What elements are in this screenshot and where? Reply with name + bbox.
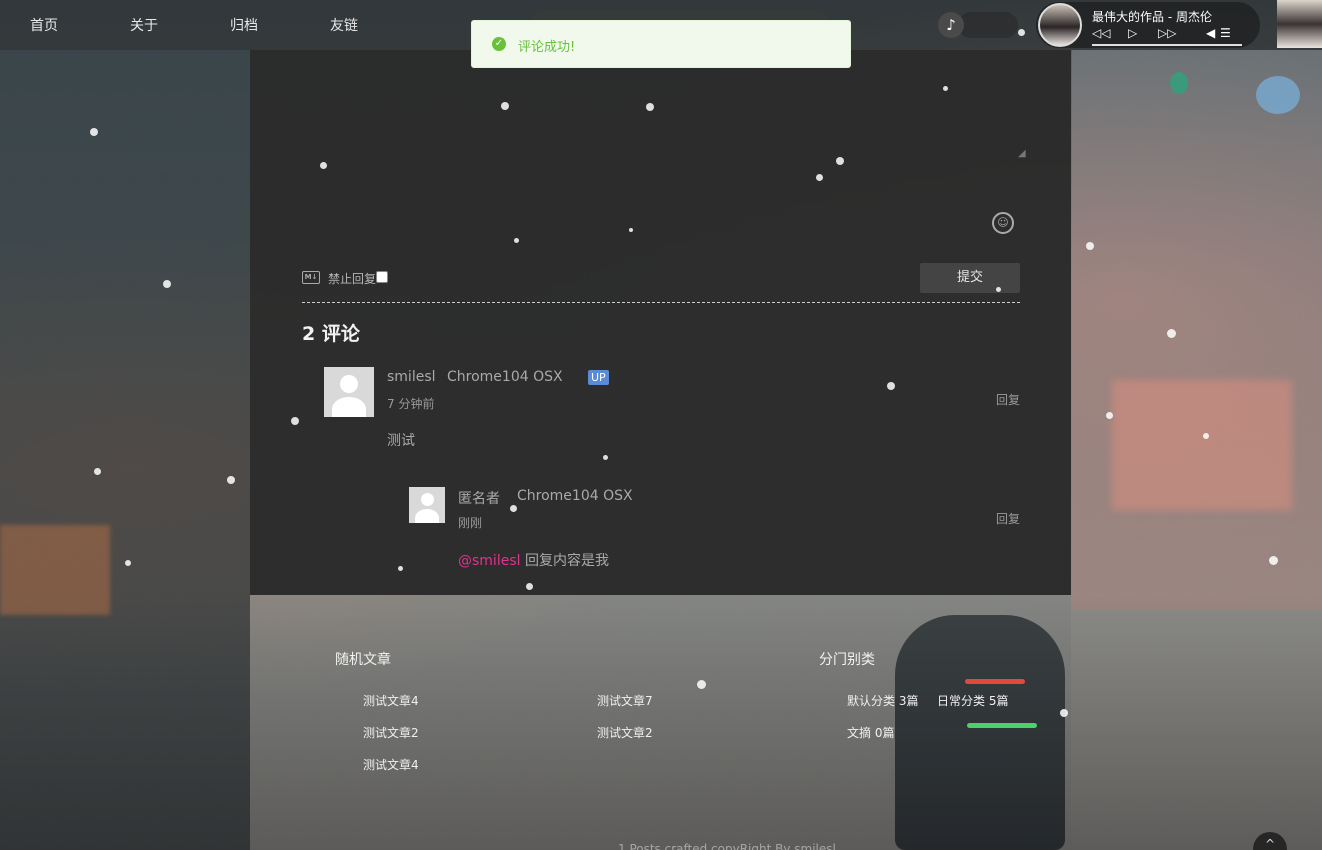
site-avatar[interactable]	[1277, 0, 1322, 48]
submit-button[interactable]: 提交	[920, 263, 1020, 293]
prev-track-icon[interactable]: ◁◁	[1092, 26, 1110, 40]
back-to-top-icon[interactable]: ^	[1253, 832, 1287, 850]
comments-count-heading: 2 评论	[302, 323, 360, 345]
snowflake	[163, 280, 171, 288]
snowflake	[943, 86, 948, 91]
snowflake	[629, 228, 633, 232]
avatar-head	[340, 375, 358, 393]
background-neon-sign-left	[0, 525, 110, 615]
figure-stripe-red	[965, 679, 1025, 684]
random-post-link[interactable]: 测试文章4	[363, 692, 419, 709]
reply-avatar	[409, 487, 445, 523]
reply-time: 刚刚	[458, 516, 483, 530]
snowflake	[996, 287, 1001, 292]
snowflake	[514, 238, 519, 243]
track-title: 最伟大的作品 - 周杰伦	[1092, 10, 1212, 24]
disable-reply-checkbox[interactable]	[376, 271, 388, 283]
reply-text: @smilesl 回复内容是我	[458, 550, 609, 570]
category-link[interactable]: 日常分类 5篇	[937, 692, 1008, 709]
snowflake	[697, 680, 706, 689]
reply-author-name[interactable]: 匿名者	[458, 488, 500, 508]
comment-user-agent: Chrome104 OSX	[447, 369, 563, 385]
music-toggle-track[interactable]	[958, 12, 1018, 38]
snowflake	[1167, 329, 1176, 338]
avatar-head	[421, 493, 434, 506]
categories-title: 分门别类	[819, 652, 875, 668]
snowflake	[1060, 709, 1068, 717]
success-toast: ✓ 评论成功!	[471, 20, 851, 68]
random-posts-title: 随机文章	[335, 652, 391, 668]
author-badge: UP	[588, 370, 609, 385]
random-post-link[interactable]: 测试文章2	[597, 724, 653, 741]
snowflake	[816, 174, 823, 181]
markdown-icon: M↓	[302, 271, 320, 284]
snowflake	[501, 102, 509, 110]
background-character-figure	[895, 615, 1065, 850]
category-link[interactable]: 文摘 0篇	[847, 724, 894, 741]
volume-icon[interactable]: ◀︎	[1206, 26, 1215, 40]
random-post-link[interactable]: 测试文章2	[363, 724, 419, 741]
snowflake	[887, 382, 895, 390]
snowflake	[1269, 556, 1278, 565]
snowflake	[646, 103, 654, 111]
snowflake	[90, 128, 98, 136]
footer-copyright: 1 Posts crafted copyRight By smilesl	[618, 842, 836, 850]
playlist-icon[interactable]: ☰	[1220, 26, 1231, 40]
snowflake	[291, 417, 299, 425]
snowflake	[94, 468, 101, 475]
mention-link[interactable]: @smilesl	[458, 553, 521, 569]
comment-time: 7 分钟前	[387, 397, 435, 411]
snowflake	[836, 157, 844, 165]
nav-home[interactable]: 首页	[30, 15, 58, 35]
figure-stripe-green	[967, 723, 1037, 728]
music-note-icon[interactable]: ♪	[938, 12, 964, 38]
snowflake	[526, 583, 533, 590]
commenter-avatar	[324, 367, 374, 417]
emoji-icon[interactable]: ☺	[992, 212, 1014, 234]
nav-links[interactable]: 友链	[330, 15, 358, 35]
snowflake	[1018, 29, 1025, 36]
snowflake	[1106, 412, 1113, 419]
track-progress-bar[interactable]	[1092, 44, 1242, 46]
reply-button[interactable]: 回复	[996, 391, 1020, 408]
background-neon-glow-right	[1112, 380, 1292, 510]
next-track-icon[interactable]: ▷▷	[1158, 26, 1176, 40]
comment-author-name[interactable]: smilesl	[387, 369, 436, 385]
toast-message: 评论成功!	[518, 40, 576, 55]
reply-user-agent: Chrome104 OSX	[517, 488, 633, 504]
comment-panel	[250, 50, 1071, 595]
category-link[interactable]: 默认分类 3篇	[847, 692, 918, 709]
success-check-icon: ✓	[492, 37, 506, 51]
snowflake	[1203, 433, 1209, 439]
snowflake	[510, 505, 517, 512]
wind-chime-blue-icon	[1256, 76, 1300, 114]
background-building-left	[0, 50, 250, 850]
snowflake	[320, 162, 327, 169]
random-post-link[interactable]: 测试文章4	[363, 756, 419, 773]
snowflake	[1086, 242, 1094, 250]
avatar-body	[332, 397, 366, 417]
play-icon[interactable]: ▷	[1128, 26, 1137, 40]
comment-text: 测试	[387, 433, 415, 449]
music-player: 最伟大的作品 - 周杰伦 ◁◁ ▷ ▷▷ ◀︎ ☰	[1036, 2, 1260, 48]
snowflake	[125, 560, 131, 566]
album-cover-avatar[interactable]	[1038, 3, 1082, 47]
reply-content: 回复内容是我	[524, 553, 609, 569]
nav-archive[interactable]: 归档	[230, 15, 258, 35]
textarea-resize-handle[interactable]: ◢	[1018, 148, 1030, 160]
random-post-link[interactable]: 测试文章7	[597, 692, 653, 709]
snowflake	[398, 566, 403, 571]
avatar-body	[415, 509, 439, 523]
section-divider	[302, 302, 1020, 303]
snowflake	[603, 455, 608, 460]
snowflake	[227, 476, 235, 484]
disable-reply-label: 禁止回复	[328, 272, 377, 286]
wind-chime-green-icon	[1170, 72, 1188, 94]
reply-button[interactable]: 回复	[996, 510, 1020, 527]
nav-about[interactable]: 关于	[130, 15, 158, 35]
background-building-right	[1072, 50, 1322, 610]
